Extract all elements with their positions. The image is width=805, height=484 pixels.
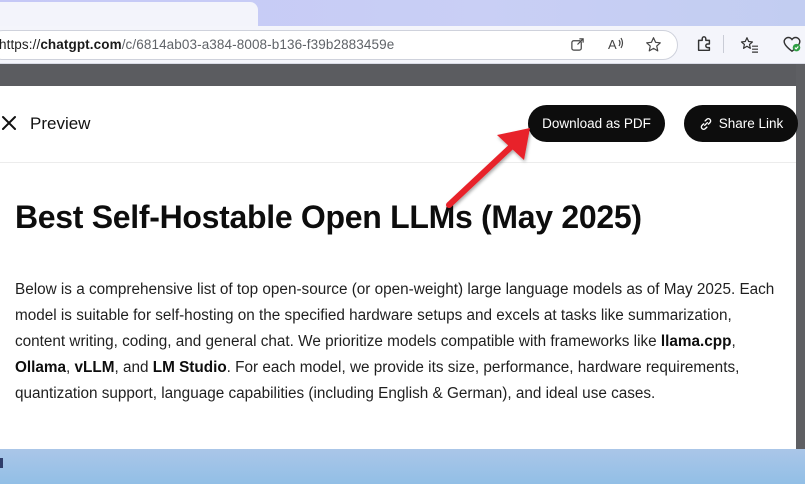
sep-2: ,: [66, 359, 75, 376]
url-text[interactable]: https://chatgpt.com/c/6814ab03-a384-8008…: [0, 37, 394, 52]
extensions-icon[interactable]: [693, 33, 715, 55]
dimmed-page-background: [0, 64, 805, 86]
preview-panel: Preview Download as PDF Share Link Best …: [0, 86, 798, 449]
url-path: /c/6814ab03-a384-8008-b136-f39b2883459e: [121, 37, 395, 52]
tab-strip: [0, 0, 805, 26]
share-link-button[interactable]: Share Link: [684, 105, 798, 142]
document-title: Best Self-Hostable Open LLMs (May 2025): [15, 199, 642, 235]
bottom-edge-marker: [0, 458, 3, 468]
share-link-label: Share Link: [718, 116, 784, 131]
close-icon[interactable]: [0, 111, 20, 135]
favorites-list-icon[interactable]: [738, 33, 760, 55]
toolbar-divider: [723, 35, 724, 53]
browser-essentials-icon[interactable]: [781, 33, 803, 55]
favorite-star-icon[interactable]: [642, 33, 664, 55]
page-bottom-background: [0, 449, 805, 484]
framework-llamacpp: llama.cpp: [660, 333, 732, 350]
sep-3: , and: [114, 359, 153, 376]
download-pdf-button[interactable]: Download as PDF: [528, 105, 665, 142]
url-prefix: https://: [0, 37, 41, 52]
preview-title: Preview: [30, 114, 91, 133]
framework-vllm: vLLM: [74, 359, 115, 376]
link-icon: [699, 117, 713, 131]
download-pdf-label: Download as PDF: [542, 116, 651, 131]
framework-ollama: Ollama: [15, 359, 67, 376]
active-tab[interactable]: [0, 2, 258, 26]
sep-1: ,: [731, 333, 736, 350]
svg-text:A: A: [608, 37, 617, 52]
browser-toolbar: https://chatgpt.com/c/6814ab03-a384-8008…: [0, 26, 805, 64]
preview-header: Preview Download as PDF Share Link: [0, 86, 798, 163]
read-aloud-icon[interactable]: A: [605, 33, 627, 55]
open-in-app-icon[interactable]: [566, 33, 588, 55]
framework-lmstudio: LM Studio: [152, 359, 227, 376]
document-intro: Below is a comprehensive list of top ope…: [15, 277, 785, 407]
url-host: chatgpt.com: [40, 37, 122, 52]
